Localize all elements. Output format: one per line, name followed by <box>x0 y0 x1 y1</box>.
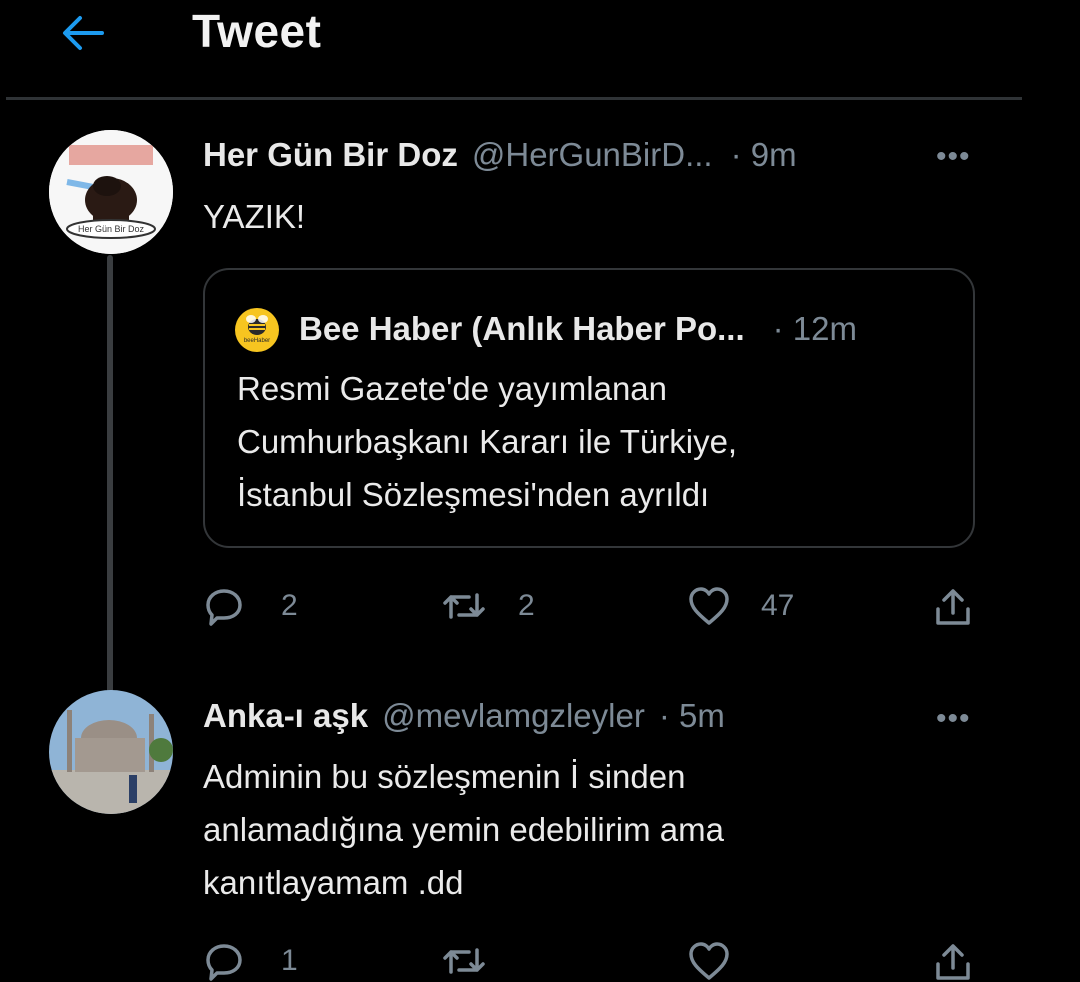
reply-button[interactable]: 2 <box>203 585 298 627</box>
reply-line: Adminin bu sözleşmenin İ sinden <box>203 758 686 795</box>
reply-icon <box>206 589 242 626</box>
reply-count: 2 <box>281 589 298 622</box>
page-title: Tweet <box>192 5 322 57</box>
tweet-time[interactable]: · 9m <box>731 136 797 174</box>
retweet-button[interactable]: 2 <box>440 585 535 627</box>
more-icon: ••• <box>936 140 971 173</box>
quote-time: · 12m <box>772 310 857 347</box>
more-icon: ••• <box>936 702 971 735</box>
avatar-caption: Her Gün Bir Doz <box>77 224 145 234</box>
quote-line: Cumhurbaşkanı Kararı ile Türkiye, <box>237 423 738 460</box>
quote-text: Resmi Gazete'de yayımlanan Cumhurbaşkanı… <box>237 362 737 521</box>
retweet-button[interactable] <box>440 940 488 982</box>
share-button[interactable] <box>932 940 974 982</box>
reply-line: kanıtlayamam .dd <box>203 864 464 901</box>
author-handle[interactable]: @mevlamgzleyler <box>382 697 645 735</box>
heart-icon <box>689 587 729 625</box>
tweet-header: Her Gün Bir Doz @HerGunBirD... · 9m <box>203 136 797 174</box>
header-divider <box>6 97 1022 100</box>
quote-line: İstanbul Sözleşmesi'nden ayrıldı <box>237 476 710 513</box>
more-options-button[interactable]: ••• <box>936 140 971 174</box>
avatar-dog-image <box>49 130 173 254</box>
tweet-time[interactable]: · 5m <box>659 697 725 735</box>
reply-header: Anka-ı aşk @mevlamgzleyler · 5m <box>203 697 725 735</box>
share-icon <box>936 589 970 625</box>
reply-line: anlamadığına yemin edebilirim ama <box>203 811 724 848</box>
more-options-button[interactable]: ••• <box>936 702 971 736</box>
avatar[interactable]: Her Gün Bir Doz <box>49 130 173 254</box>
avatar-mosque-image <box>49 690 173 814</box>
quote-line: Resmi Gazete'de yayımlanan <box>237 370 667 407</box>
quote-header: Bee Haber (Anlık Haber Po... · 12m <box>299 310 857 348</box>
back-button[interactable] <box>58 10 108 56</box>
bee-icon <box>246 315 268 335</box>
reply-text: Adminin bu sözleşmenin İ sinden anlamadı… <box>203 750 724 909</box>
thread-connector <box>107 255 113 695</box>
tweet-text: YAZIK! <box>203 198 306 235</box>
bee-haber-logo: beeHaber <box>235 308 279 352</box>
like-button[interactable]: 47 <box>687 585 794 627</box>
avatar[interactable] <box>49 690 173 814</box>
reply-icon <box>206 944 242 981</box>
author-handle[interactable]: @HerGunBirD... <box>472 136 713 174</box>
retweet-icon <box>443 948 485 974</box>
logo-text: beeHaber <box>243 338 271 344</box>
reply-button[interactable]: 1 <box>203 940 298 982</box>
arrow-left-icon <box>63 16 104 50</box>
quoted-tweet-card[interactable]: beeHaber Bee Haber (Anlık Haber Po... · … <box>203 268 975 548</box>
like-button[interactable] <box>687 940 731 982</box>
quote-author-name: Bee Haber (Anlık Haber Po... <box>299 310 745 347</box>
heart-icon <box>689 942 729 980</box>
like-count: 47 <box>761 589 795 622</box>
author-name[interactable]: Her Gün Bir Doz <box>203 136 458 174</box>
share-button[interactable] <box>932 585 974 627</box>
reply-count: 1 <box>281 944 298 977</box>
author-name[interactable]: Anka-ı aşk <box>203 697 368 735</box>
retweet-count: 2 <box>518 589 535 622</box>
share-icon <box>936 944 970 980</box>
retweet-icon <box>443 593 485 619</box>
